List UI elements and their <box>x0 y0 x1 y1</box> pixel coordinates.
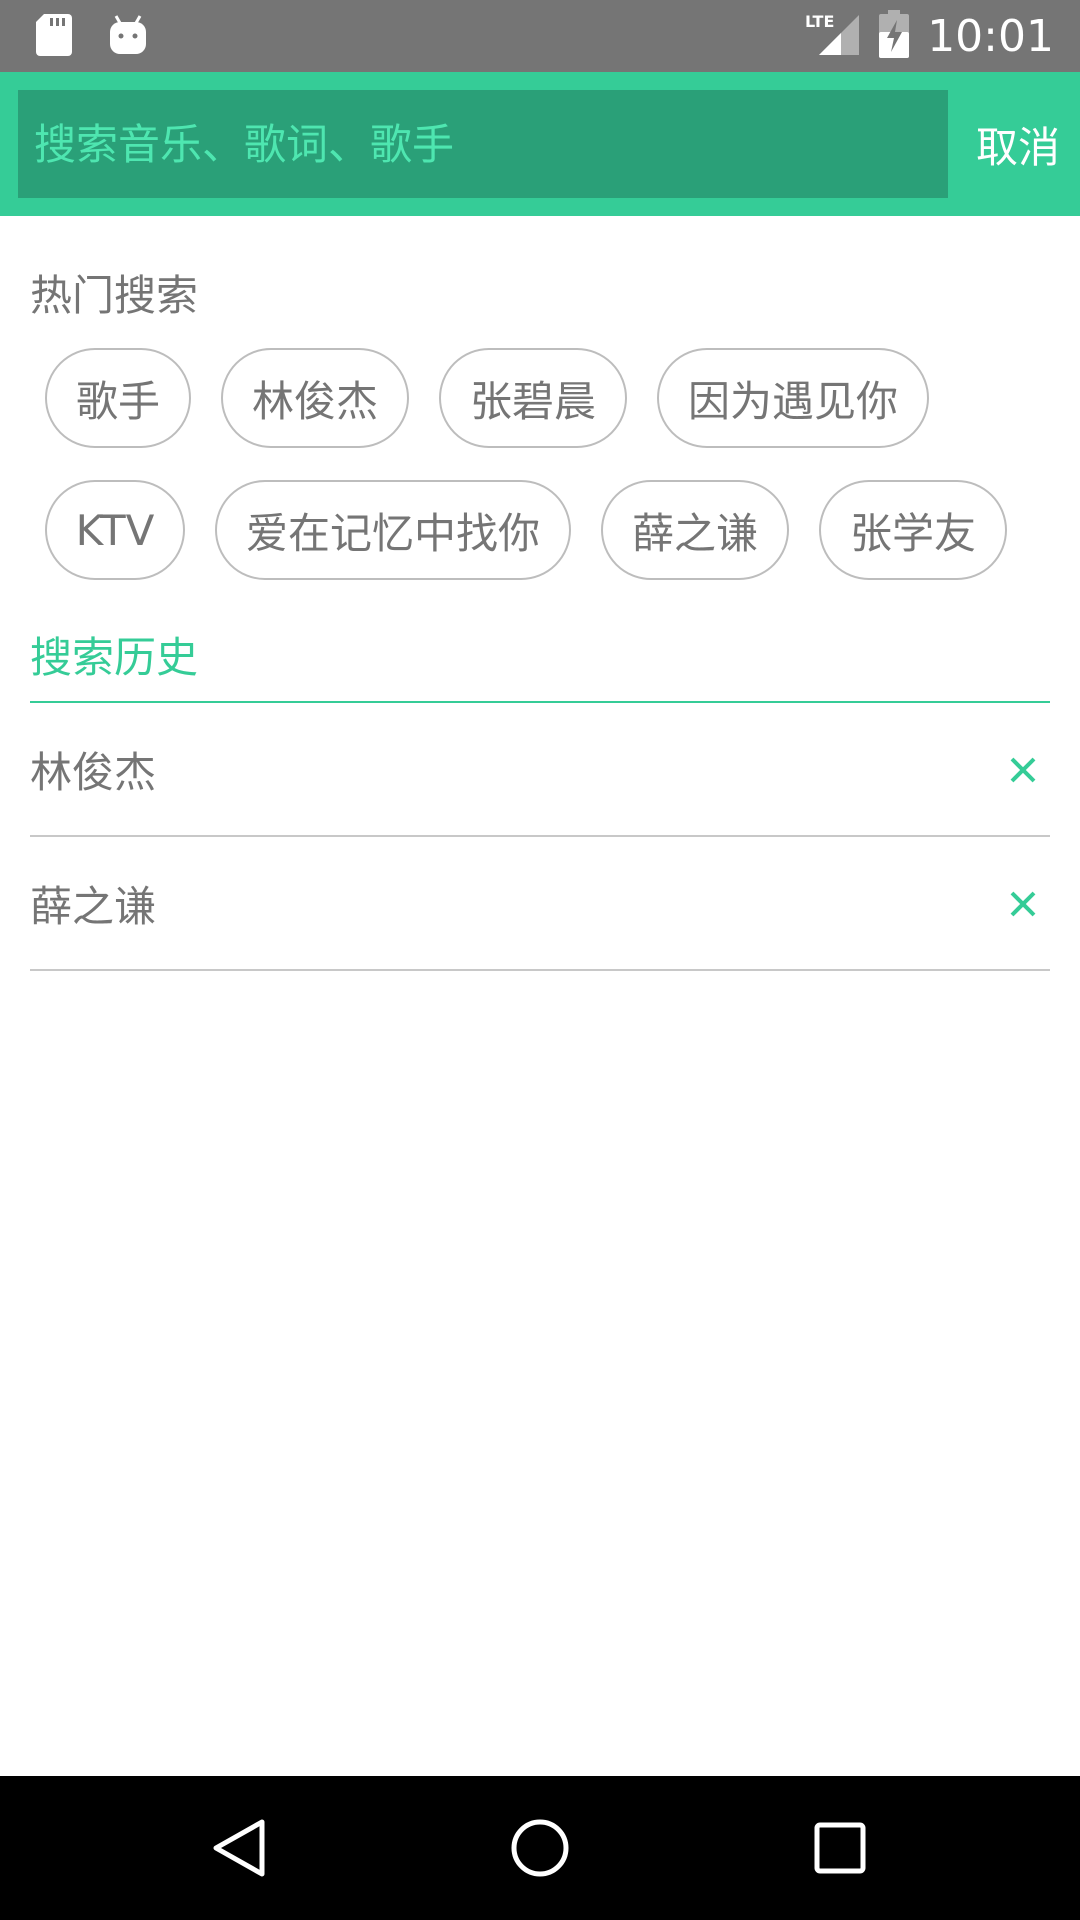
cancel-button[interactable]: 取消 <box>976 72 1060 216</box>
delete-history-icon[interactable] <box>996 877 1050 931</box>
hot-chip[interactable]: 张学友 <box>819 480 1007 580</box>
recents-icon[interactable] <box>808 1816 872 1880</box>
android-icon <box>108 14 148 60</box>
history-item[interactable]: 薛之谦 <box>30 837 1050 971</box>
search-box[interactable] <box>18 90 948 198</box>
hot-chip[interactable]: 爱在记忆中找你 <box>215 480 571 580</box>
search-input[interactable] <box>32 90 948 198</box>
battery-charging-icon <box>879 10 910 62</box>
history-item[interactable]: 林俊杰 <box>30 703 1050 837</box>
search-history-title: 搜索历史 <box>30 633 199 682</box>
hot-chip[interactable]: 张碧晨 <box>439 348 627 448</box>
lte-label: LTE <box>805 12 834 31</box>
delete-history-icon[interactable] <box>996 743 1050 797</box>
clock: 10:01 <box>927 10 1054 62</box>
hot-search-title: 热门搜索 <box>30 271 199 320</box>
hot-chip[interactable]: 歌手 <box>45 348 191 448</box>
lte-signal-icon: LTE <box>805 11 861 61</box>
back-icon[interactable] <box>208 1816 272 1880</box>
hot-chip[interactable]: 林俊杰 <box>221 348 409 448</box>
sd-card-icon <box>36 14 72 60</box>
hot-chip[interactable]: KTV <box>45 480 185 580</box>
hot-chip[interactable]: 因为遇见你 <box>657 348 929 448</box>
navigation-bar <box>0 1776 1080 1920</box>
hot-chip[interactable]: 薛之谦 <box>601 480 789 580</box>
history-item-label: 林俊杰 <box>30 747 157 797</box>
search-header: 取消 <box>0 72 1080 216</box>
history-item-label: 薛之谦 <box>30 881 157 931</box>
home-icon[interactable] <box>508 1816 572 1880</box>
status-bar: LTE 10:01 <box>0 0 1080 72</box>
